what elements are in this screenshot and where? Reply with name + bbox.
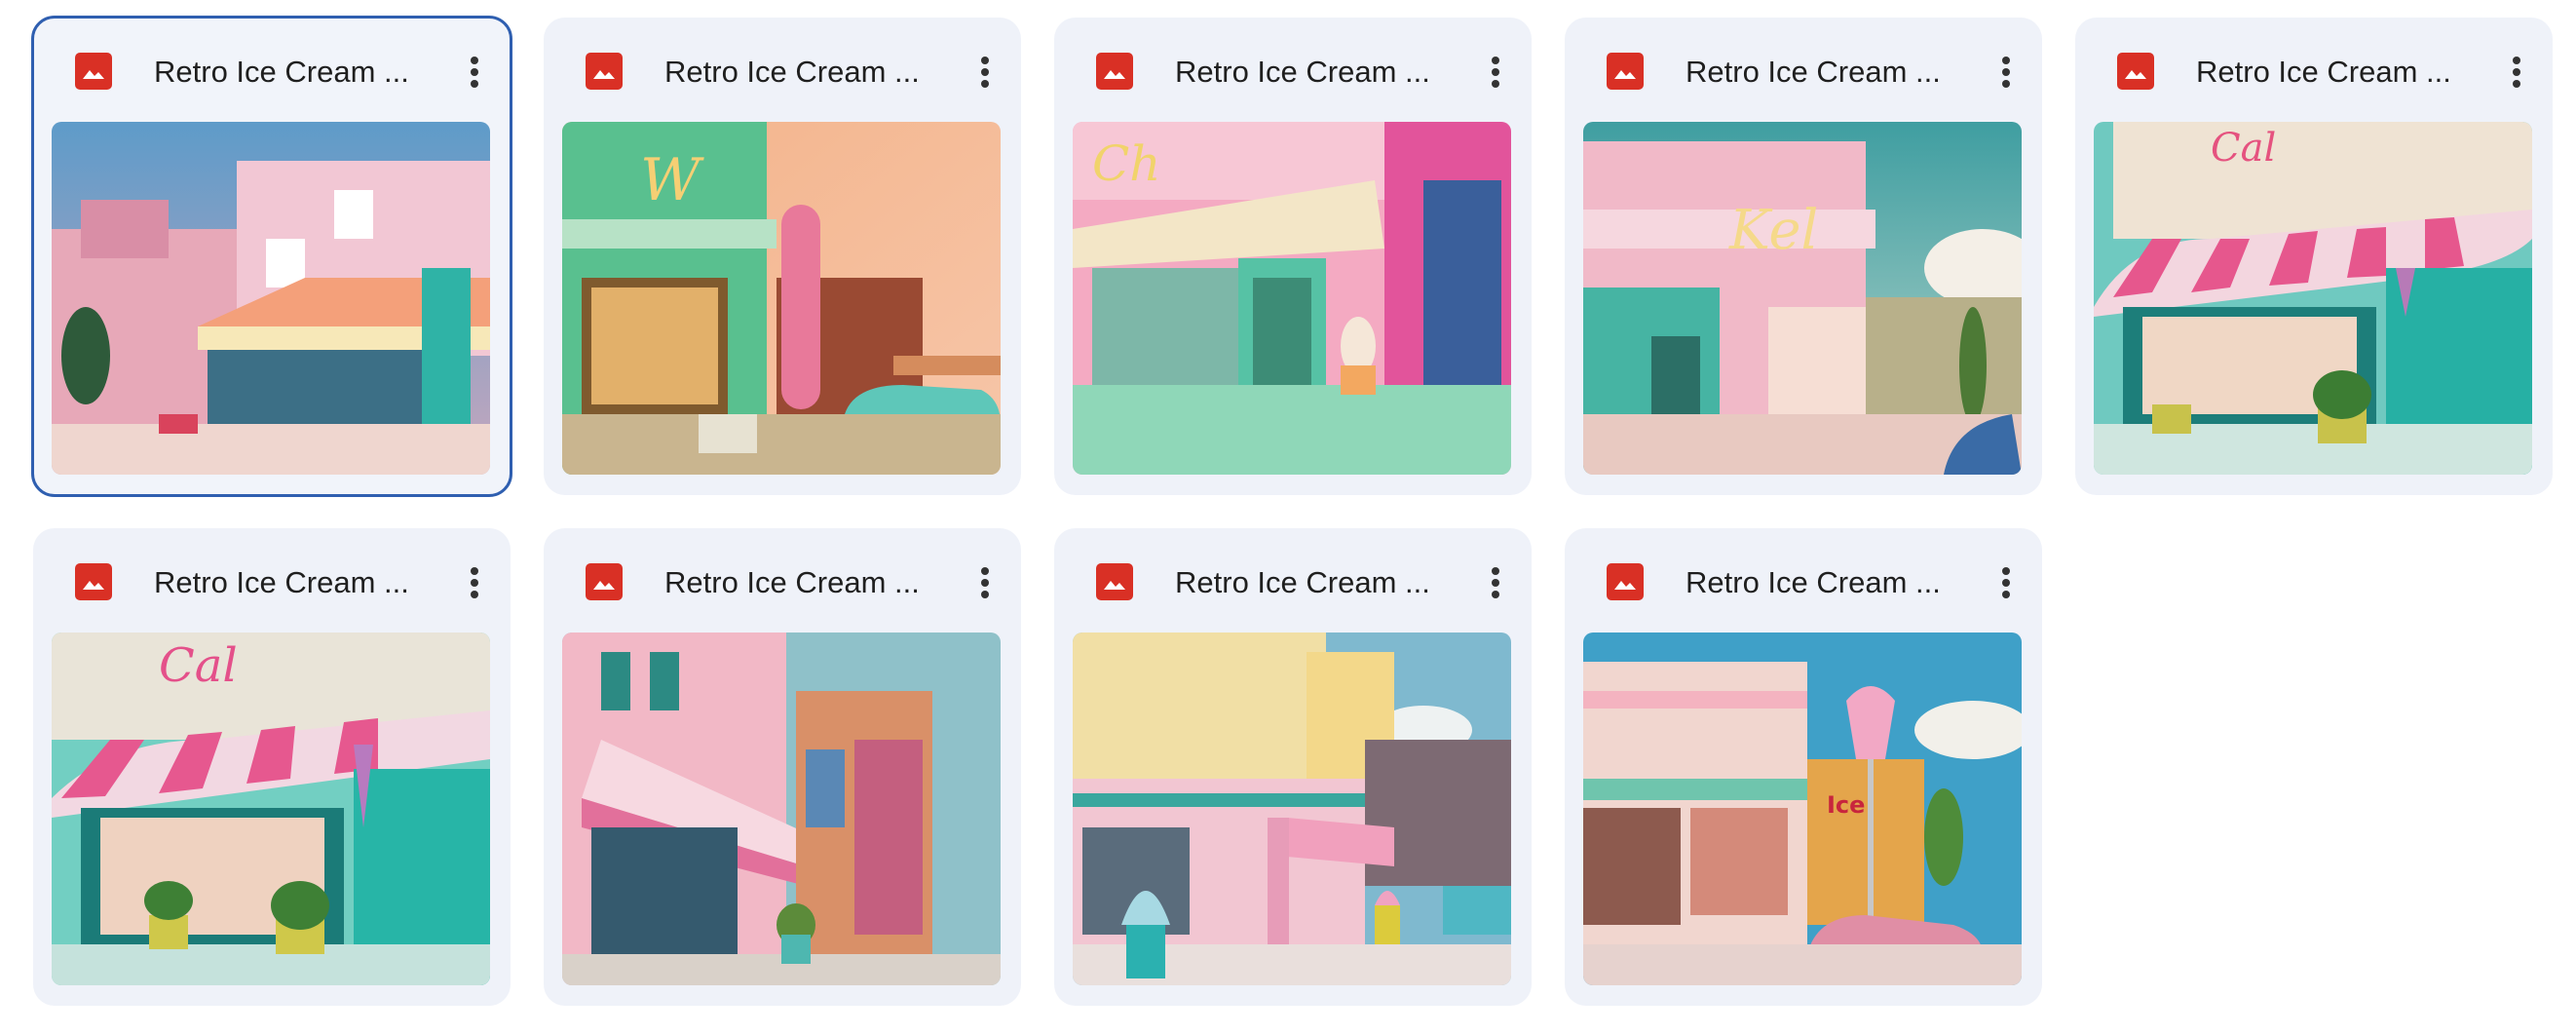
file-card[interactable]: Retro Ice Cream ... Ch [1054,18,1532,495]
file-thumbnail[interactable] [1073,632,1511,985]
svg-text:W: W [640,146,704,214]
file-grid: Retro Ice Cream ... Retro Ice Cream ... … [31,16,2553,1006]
more-vert-icon [981,57,989,64]
file-thumbnail[interactable]: Cal [52,632,490,985]
file-card-header: Retro Ice Cream ... [1565,18,2042,123]
file-card-header: Retro Ice Cream ... [33,528,511,633]
file-card-header: Retro Ice Cream ... [544,528,1021,633]
file-card-header: Retro Ice Cream ... [2075,18,2553,123]
file-thumbnail[interactable]: Ice [1583,632,2022,985]
more-vert-icon [471,567,478,575]
file-card-header: Retro Ice Cream ... [33,18,511,123]
image-file-icon [1096,53,1133,90]
more-options-button[interactable] [450,48,499,96]
more-vert-icon [981,567,989,575]
file-name: Retro Ice Cream ... [2196,55,2451,89]
file-name: Retro Ice Cream ... [664,55,920,89]
svg-text:Kel: Kel [1728,199,1818,262]
more-options-button[interactable] [1471,558,1520,607]
more-options-button[interactable] [450,558,499,607]
image-file-icon [1096,563,1133,600]
file-card[interactable]: Retro Ice Cream ... Cal [33,528,511,1006]
file-name: Retro Ice Cream ... [664,565,920,599]
file-card[interactable]: Retro Ice Cream ... Ice [1565,528,2042,1006]
more-vert-icon [1492,57,1499,64]
file-thumbnail[interactable]: Kel [1583,122,2022,475]
more-options-button[interactable] [1982,558,2030,607]
more-options-button[interactable] [2492,48,2541,96]
file-card[interactable]: Retro Ice Cream ... W [544,18,1021,495]
svg-text:Ice: Ice [1827,791,1865,819]
file-thumbnail[interactable] [52,122,490,475]
file-card[interactable]: Retro Ice Cream ... [31,16,512,497]
svg-text:Cal: Cal [159,638,238,693]
file-card-header: Retro Ice Cream ... [1054,528,1532,633]
image-file-icon [75,53,112,90]
more-vert-icon [2513,57,2520,64]
more-options-button[interactable] [961,558,1009,607]
image-file-icon [75,563,112,600]
file-card-header: Retro Ice Cream ... [1054,18,1532,123]
more-vert-icon [1492,567,1499,575]
more-vert-icon [2002,57,2010,64]
more-options-button[interactable] [1471,48,1520,96]
file-card-header: Retro Ice Cream ... [544,18,1021,123]
file-thumbnail[interactable]: W [562,122,1001,475]
svg-text:Ch: Ch [1092,135,1160,192]
file-card[interactable]: Retro Ice Cream ... [1054,528,1532,1006]
file-card[interactable]: Retro Ice Cream ... Cal [2075,18,2553,495]
file-name: Retro Ice Cream ... [1175,55,1430,89]
file-thumbnail[interactable] [562,632,1001,985]
more-vert-icon [471,57,478,64]
svg-text:Cal: Cal [2211,126,2276,171]
file-name: Retro Ice Cream ... [154,565,409,599]
file-name: Retro Ice Cream ... [1686,55,1941,89]
image-file-icon [1607,563,1644,600]
image-file-icon [1607,53,1644,90]
file-thumbnail[interactable]: Cal [2094,122,2532,475]
file-card[interactable]: Retro Ice Cream ... Kel [1565,18,2042,495]
image-file-icon [586,563,623,600]
image-file-icon [2117,53,2154,90]
more-options-button[interactable] [1982,48,2030,96]
file-card[interactable]: Retro Ice Cream ... [544,528,1021,1006]
more-vert-icon [2002,567,2010,575]
file-name: Retro Ice Cream ... [1175,565,1430,599]
file-name: Retro Ice Cream ... [154,55,409,89]
file-card-header: Retro Ice Cream ... [1565,528,2042,633]
file-name: Retro Ice Cream ... [1686,565,1941,599]
more-options-button[interactable] [961,48,1009,96]
image-file-icon [586,53,623,90]
file-thumbnail[interactable]: Ch [1073,122,1511,475]
